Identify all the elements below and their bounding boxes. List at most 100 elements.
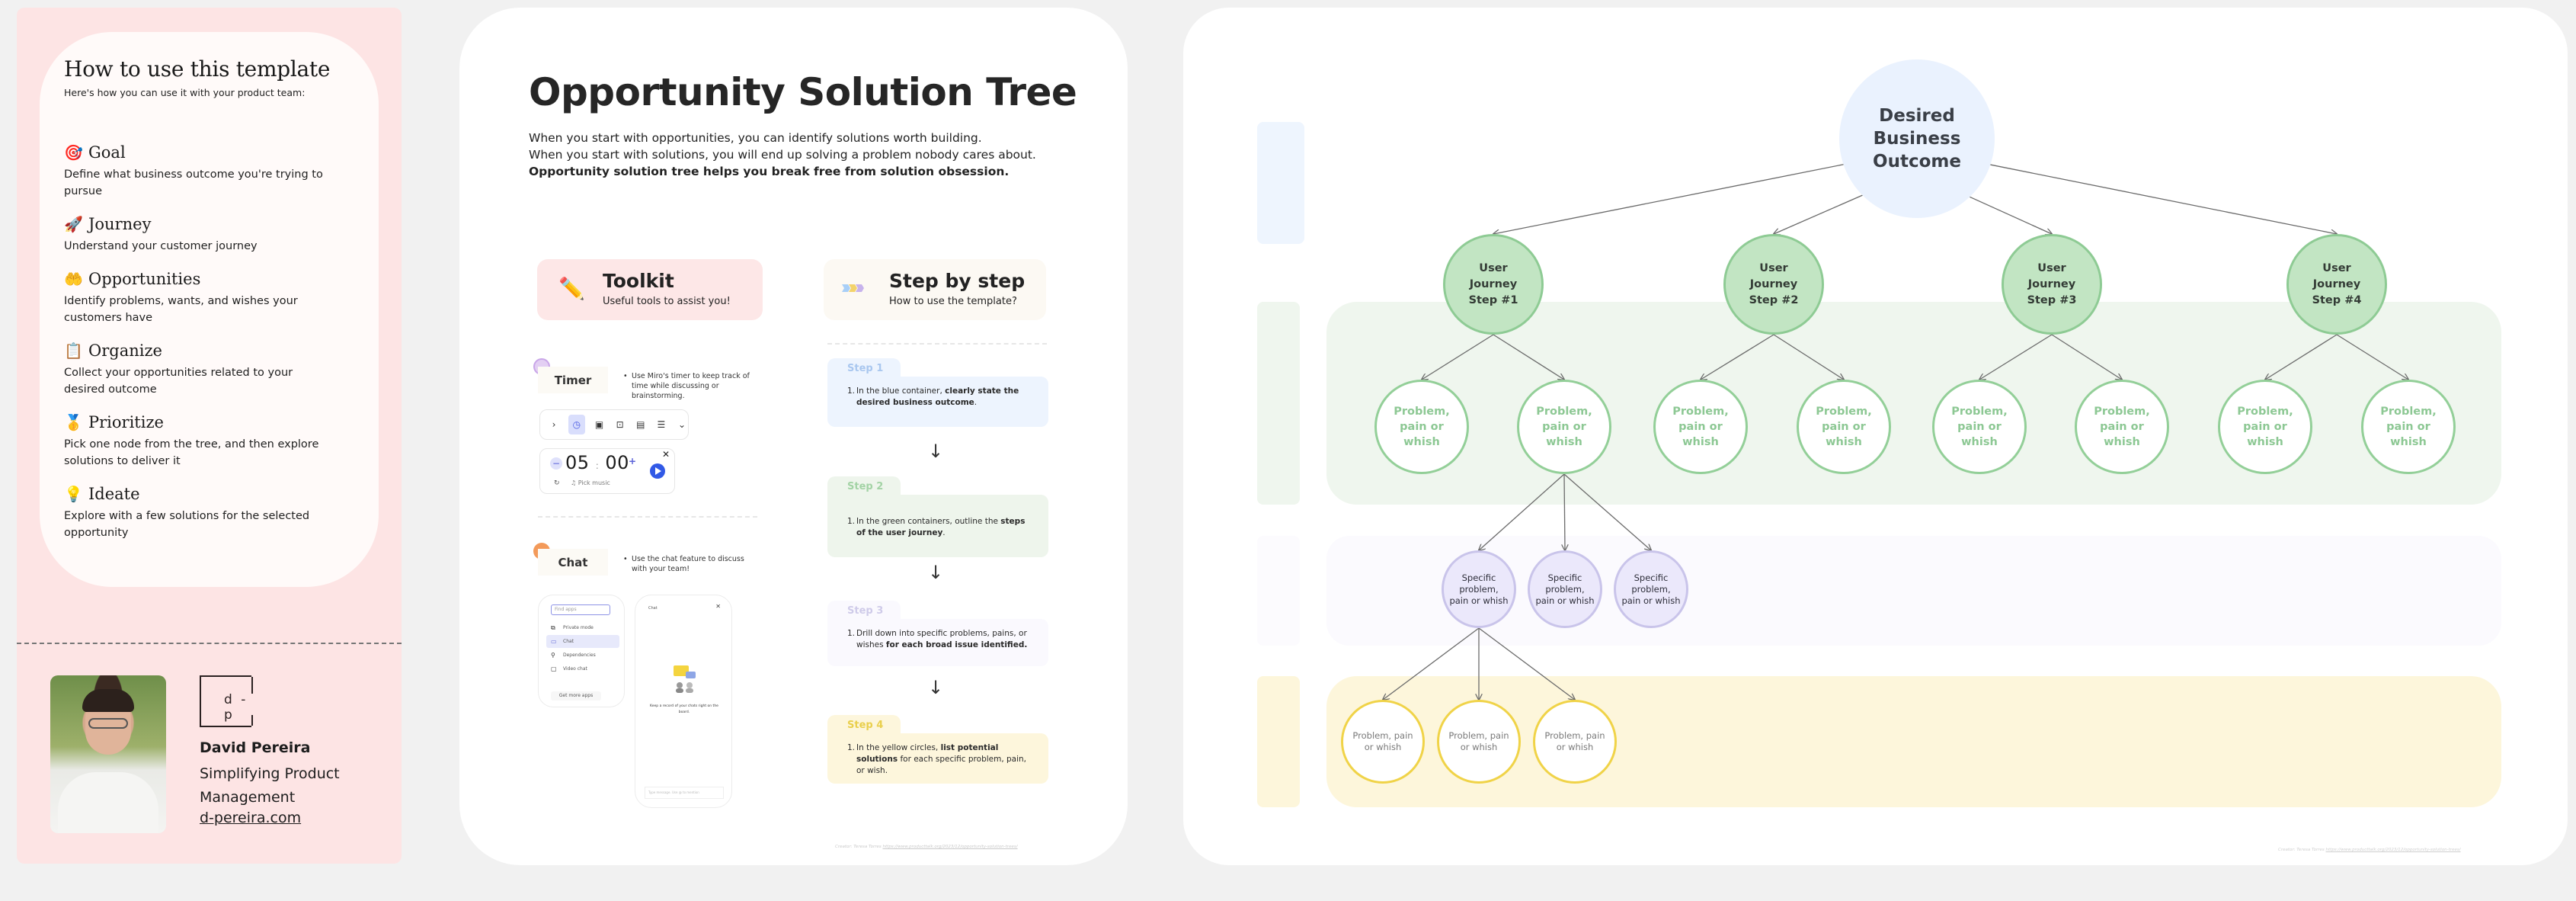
specific-problem-node[interactable]: Specific problem, pain or whish xyxy=(1614,550,1688,628)
node-text: whish xyxy=(2104,436,2140,448)
chat-panel: Chat ✕ Keep a record of your chats right… xyxy=(635,595,732,808)
tools-icon: ✏️ xyxy=(558,276,585,301)
specific-problem-node[interactable]: Specific problem, pain or whish xyxy=(1528,550,1602,628)
apps-item-dependencies[interactable]: ⚲ Dependencies xyxy=(546,649,619,662)
node-text: or whish xyxy=(1460,742,1498,752)
how-to-panel: How to use this template Here's how you … xyxy=(17,8,402,864)
author-name: David Pereira xyxy=(200,739,311,756)
intro-line: When you start with opportunities, you c… xyxy=(529,131,982,145)
journey-step-node[interactable]: User Journey Step #4 xyxy=(2286,234,2387,335)
opportunity-node[interactable]: Problem, pain or whish xyxy=(2218,380,2312,474)
node-text: Problem, xyxy=(1394,406,1450,418)
down-arrow-icon: ↓ xyxy=(928,562,944,583)
node-text: or whish xyxy=(1556,742,1594,752)
miro-toolbar: › ◷ ▣ ⊡ ▤ ☰ ⌄ xyxy=(539,409,689,440)
journey-step-node[interactable]: User Journey Step #1 xyxy=(1443,234,1544,335)
dependencies-icon: ⚲ xyxy=(551,652,555,659)
credit-link[interactable]: https://www.producttalk.org/2023/12/oppo… xyxy=(883,845,1018,849)
how-to-item-label: Organize xyxy=(88,341,162,360)
timer-widget: − 05 : 00 + ✕ ↻ ♫ Pick music xyxy=(539,448,675,494)
calendar-icon[interactable]: ▤ xyxy=(635,417,647,432)
node-text: whish xyxy=(1961,436,1998,448)
how-to-item-label: Goal xyxy=(88,143,126,162)
page-title: Opportunity Solution Tree xyxy=(529,70,1077,114)
toolkit-subtitle: Useful tools to assist you! xyxy=(603,296,731,307)
timer-display: 05 : 00 xyxy=(565,452,629,473)
node-text: Journey xyxy=(1469,277,1518,290)
intro-line-bold: Opportunity solution tree helps you brea… xyxy=(529,165,1010,178)
step-body: 1. Drill down into specific problems, pai… xyxy=(827,619,1048,666)
opportunity-node[interactable]: Problem, pain or whish xyxy=(1797,380,1891,474)
journey-step-node[interactable]: User Journey Step #2 xyxy=(1723,234,1824,335)
how-to-item-label: Opportunities xyxy=(88,270,201,288)
node-text: Problem, xyxy=(1951,406,2008,418)
opportunity-node[interactable]: Problem, pain or whish xyxy=(2361,380,2456,474)
apps-item-video-chat[interactable]: ▢ Video chat xyxy=(546,662,619,675)
video-icon: ▢ xyxy=(551,665,557,672)
steps-title: Step by step xyxy=(889,270,1026,292)
close-icon[interactable]: ✕ xyxy=(662,449,670,460)
divider xyxy=(17,643,402,644)
chevron-right-icon[interactable]: › xyxy=(548,417,560,432)
how-to-item-desc: Identify problems, wants, and wishes you… xyxy=(64,295,298,324)
node-text: pain or xyxy=(1822,421,1866,433)
node-text: Problem, xyxy=(1536,406,1592,418)
node-text: Outcome xyxy=(1873,152,1961,172)
close-icon[interactable]: ✕ xyxy=(715,603,721,610)
clipboard-icon: 📋 xyxy=(64,341,83,360)
node-text: problem, xyxy=(1459,583,1499,595)
chat-illustration-icon xyxy=(674,665,696,693)
target-icon: 🎯 xyxy=(64,143,83,162)
solution-node[interactable]: Problem, pain or whish xyxy=(1341,700,1425,784)
how-to-item-goal: 🎯 Goal Define what business outcome you'r… xyxy=(64,143,323,200)
how-to-item-label: Prioritize xyxy=(88,413,164,431)
chat-message-input[interactable]: Type message. Use @ to mention xyxy=(645,787,724,799)
timer-label: Timer xyxy=(538,367,608,393)
opportunity-node[interactable]: Problem, pain or whish xyxy=(1374,380,1469,474)
node-text: Specific xyxy=(1461,572,1496,583)
opportunity-node[interactable]: Problem, pain or whish xyxy=(1653,380,1748,474)
increase-time-button[interactable]: + xyxy=(629,456,636,467)
node-text: Step #4 xyxy=(2312,293,2362,306)
solution-node[interactable]: Problem, pain or whish xyxy=(1533,700,1617,784)
node-text: pain or xyxy=(1542,421,1586,433)
play-button[interactable] xyxy=(650,463,665,479)
find-apps-input[interactable]: Find apps xyxy=(551,604,610,615)
intro-text: When you start with opportunities, you c… xyxy=(529,130,1036,180)
apps-item-chat[interactable]: ▭ Chat xyxy=(546,635,619,648)
opportunity-node[interactable]: Problem, pain or whish xyxy=(1932,380,2027,474)
card-icon[interactable]: ▣ xyxy=(594,417,606,432)
node-text: Step #1 xyxy=(1468,293,1518,306)
opportunity-node[interactable]: Problem, pain or whish xyxy=(2075,380,2169,474)
step-body: 1. In the green containers, outline the s… xyxy=(827,495,1048,557)
how-to-item-desc: Understand your customer journey xyxy=(64,240,258,252)
notes-icon[interactable]: ☰ xyxy=(655,417,667,432)
node-text: pain or xyxy=(1400,421,1444,433)
decrease-time-button[interactable]: − xyxy=(550,457,562,470)
focus-icon[interactable]: ⊡ xyxy=(614,417,626,432)
journey-step-node[interactable]: User Journey Step #3 xyxy=(2002,234,2102,335)
node-text: Problem, pain xyxy=(1544,730,1605,741)
desired-outcome-node[interactable]: Desired Business Outcome xyxy=(1839,59,1995,218)
specific-lane-tab xyxy=(1257,536,1300,646)
down-arrow-icon: ↓ xyxy=(928,441,944,462)
node-text: Journey xyxy=(1749,277,1798,290)
pick-music-button[interactable]: ♫ Pick music xyxy=(571,479,610,486)
chevrons-down-icon[interactable]: ⌄ xyxy=(676,417,688,432)
node-text: problem, xyxy=(1631,583,1671,595)
credit-link[interactable]: https://www.producttalk.org/2023/12/oppo… xyxy=(2326,848,2461,852)
repeat-icon[interactable]: ↻ xyxy=(554,479,560,487)
get-more-apps-button[interactable]: Get more apps xyxy=(551,691,601,701)
timer-icon[interactable]: ◷ xyxy=(568,415,585,434)
apps-item-private-mode[interactable]: ⧉ Private mode xyxy=(546,621,619,634)
specific-problem-node[interactable]: Specific problem, pain or whish xyxy=(1442,550,1516,628)
intro-line: When you start with solutions, you will … xyxy=(529,148,1036,162)
opportunity-node[interactable]: Problem, pain or whish xyxy=(1517,380,1611,474)
node-text: whish xyxy=(2390,436,2427,448)
apps-menu: Find apps ⧉ Private mode ▭ Chat ⚲ Dependenc… xyxy=(538,595,625,707)
how-to-item-label: Journey xyxy=(88,215,152,233)
solution-node[interactable]: Problem, pain or whish xyxy=(1437,700,1521,784)
node-text: problem, xyxy=(1545,583,1585,595)
author-website-link[interactable]: d-pereira.com xyxy=(200,810,301,826)
node-text: whish xyxy=(2247,436,2283,448)
